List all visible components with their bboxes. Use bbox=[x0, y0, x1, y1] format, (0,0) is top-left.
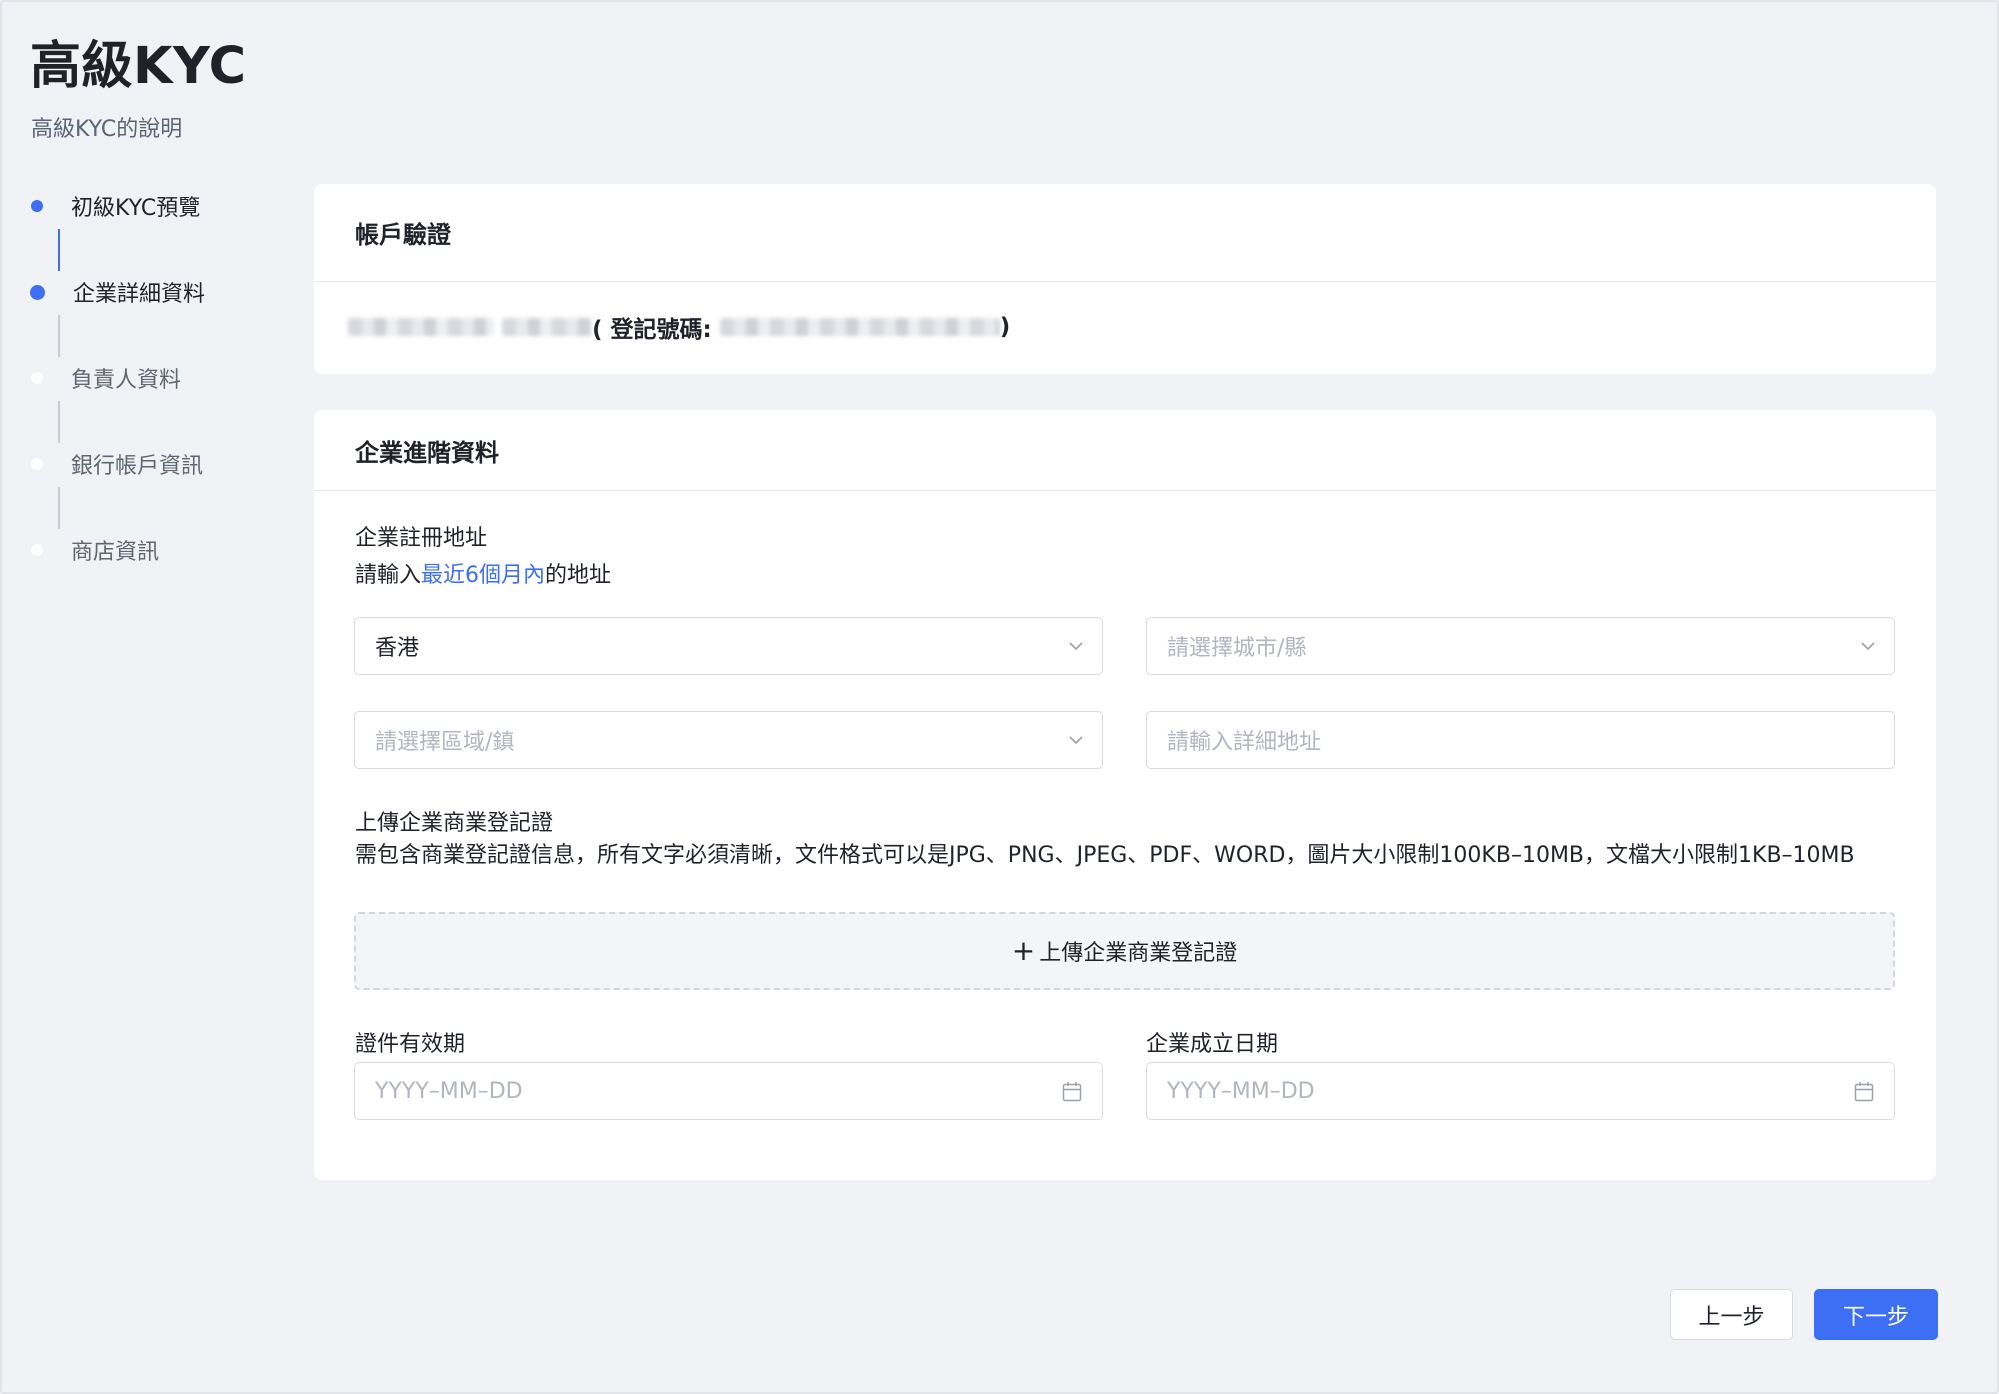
detail-address-placeholder: 請輸入詳細地址 bbox=[1167, 730, 1322, 755]
company-advanced-info-card: 企業進階資料 企業註冊地址 請輸入最近6個月內的地址 香港 請選擇城市/縣 請選… bbox=[314, 410, 1936, 1180]
district-placeholder: 請選擇區域/鎮 bbox=[375, 730, 515, 755]
account-verification-card: 帳戶驗證 ( 登記號碼: ) bbox=[314, 184, 1936, 374]
country-value: 香港 bbox=[375, 636, 420, 661]
upload-description: 需包含商業登記證信息，所有文字必須清晰，文件格式可以是JPG、PNG、JPEG、… bbox=[355, 843, 1855, 868]
address-hint: 請輸入最近6個月內的地址 bbox=[355, 557, 611, 589]
step-label: 銀行帳戶資訊 bbox=[71, 454, 204, 479]
chevron-down-icon bbox=[1861, 642, 1875, 651]
detail-address-input[interactable]: 請輸入詳細地址 bbox=[1146, 711, 1895, 769]
step-dot-pending bbox=[31, 458, 43, 470]
upload-certificate-button[interactable]: + 上傳企業商業登記證 bbox=[354, 912, 1895, 990]
district-select[interactable]: 請選擇區域/鎮 bbox=[354, 711, 1103, 769]
step-label: 初級KYC預覽 bbox=[71, 196, 201, 221]
established-placeholder: YYYY–MM–DD bbox=[1167, 1078, 1315, 1104]
card-title: 企業進階資料 bbox=[314, 410, 1936, 491]
step-connector bbox=[58, 229, 60, 271]
validity-placeholder: YYYY–MM–DD bbox=[375, 1078, 523, 1104]
redacted-company-name bbox=[348, 318, 494, 336]
step-label: 負責人資料 bbox=[71, 368, 182, 393]
hint-text: 請輸入 bbox=[355, 563, 422, 588]
registration-close: ) bbox=[999, 314, 1011, 340]
next-step-button[interactable]: 下一步 bbox=[1814, 1289, 1938, 1340]
step-connector bbox=[58, 315, 60, 357]
registered-address-title: 企業註冊地址 bbox=[355, 526, 488, 551]
step-dot-pending bbox=[31, 372, 43, 384]
calendar-icon bbox=[1854, 1082, 1874, 1102]
step-dot-done bbox=[31, 200, 43, 212]
country-select[interactable]: 香港 bbox=[354, 617, 1103, 675]
redacted-registration-number bbox=[719, 318, 1000, 336]
established-date-title: 企業成立日期 bbox=[1146, 1032, 1279, 1057]
validity-title: 證件有效期 bbox=[355, 1032, 466, 1057]
hint-accent: 最近6個月內 bbox=[421, 563, 546, 588]
chevron-down-icon bbox=[1069, 736, 1083, 745]
validity-date-picker[interactable]: YYYY–MM–DD bbox=[354, 1062, 1103, 1120]
page-title: 高級KYC bbox=[30, 37, 247, 96]
city-placeholder: 請選擇城市/縣 bbox=[1167, 636, 1307, 661]
step-dot-pending bbox=[31, 544, 43, 556]
step-dot-current bbox=[30, 284, 45, 300]
upload-button-label: 上傳企業商業登記證 bbox=[1039, 941, 1238, 966]
established-date-picker[interactable]: YYYY–MM–DD bbox=[1146, 1062, 1895, 1120]
step-label: 商店資訊 bbox=[71, 540, 160, 565]
calendar-icon bbox=[1062, 1082, 1082, 1102]
upload-title: 上傳企業商業登記證 bbox=[355, 811, 554, 836]
step-connector bbox=[58, 487, 60, 529]
plus-icon: + bbox=[1011, 934, 1036, 967]
card-title: 帳戶驗證 bbox=[314, 184, 1936, 282]
step-label: 企業詳細資料 bbox=[73, 282, 206, 307]
previous-step-button[interactable]: 上一步 bbox=[1670, 1289, 1793, 1340]
step-connector bbox=[58, 401, 60, 443]
city-select[interactable]: 請選擇城市/縣 bbox=[1146, 617, 1895, 675]
hint-text: 的地址 bbox=[545, 563, 612, 588]
page-subtitle: 高級KYC的說明 bbox=[31, 117, 183, 142]
account-info-row: ( 登記號碼: ) bbox=[348, 310, 1010, 344]
registration-label: ( 登記號碼: bbox=[592, 317, 712, 343]
redacted-company-name-part bbox=[502, 318, 592, 336]
chevron-down-icon bbox=[1069, 642, 1083, 651]
